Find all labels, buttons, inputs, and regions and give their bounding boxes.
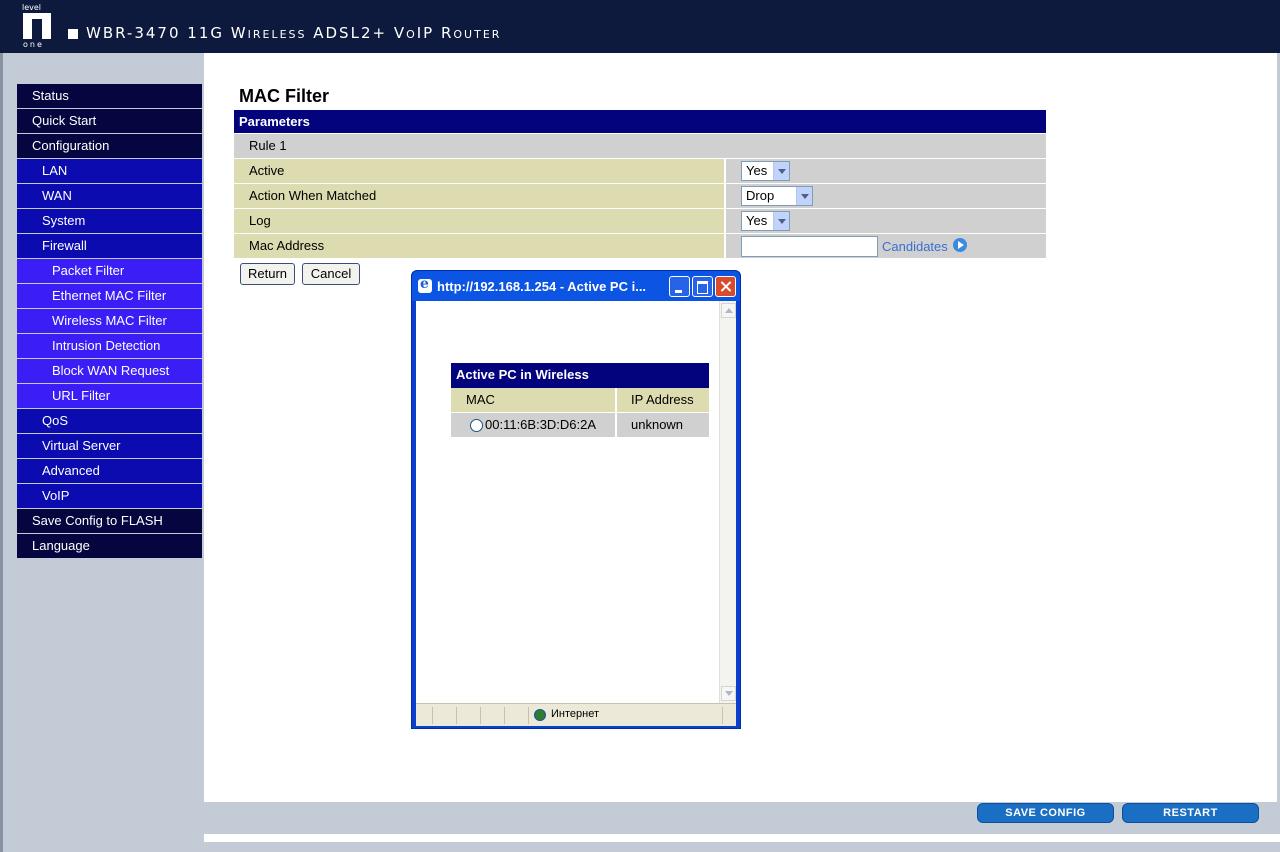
mac-address-row: Mac Address Candidates [234,234,1046,259]
sidebar-item-language[interactable]: Language [17,534,202,559]
ip-value: unknown [617,413,709,437]
return-button[interactable]: Return [240,263,295,285]
active-row: Active Yes [234,159,1046,184]
sidebar-item-url-filter[interactable]: URL Filter [17,384,202,409]
play-arrow-icon[interactable] [953,238,967,252]
mac-radio-button[interactable] [470,419,483,432]
sidebar-menu: Status Quick Start Configuration LAN WAN Syst… [17,84,202,559]
logo-text-bottom: one [23,40,44,49]
chevron-down-icon [773,162,789,180]
active-label: Active [234,159,725,183]
save-config-button[interactable]: SAVE CONFIG [977,803,1114,823]
log-select[interactable]: Yes [741,211,790,231]
sidebar-item-system[interactable]: System [17,209,202,234]
sidebar-item-wireless-mac-filter[interactable]: Wireless MAC Filter [17,309,202,334]
sidebar-item-save-config-to-flash[interactable]: Save Config to FLASH [17,509,202,534]
sidebar-item-firewall[interactable]: Firewall [17,234,202,259]
chevron-down-icon [773,212,789,230]
mac-address-label: Mac Address [234,234,725,258]
log-row: Log Yes [234,209,1046,234]
popup-body: Active PC in Wireless MAC IP Address 00:… [416,301,736,703]
sidebar-item-intrusion-detection[interactable]: Intrusion Detection [17,334,202,359]
sidebar-item-configuration[interactable]: Configuration [17,134,202,159]
sidebar-item-voip[interactable]: VoIP [17,484,202,509]
levelone-logo: level one [20,3,56,49]
popup-title: http://192.168.1.254 - Active PC i... [437,279,647,294]
zone-label: Интернет [551,708,599,720]
popup-window: http://192.168.1.254 - Active PC i... Ac… [411,270,741,729]
globe-icon [534,709,546,721]
scroll-down-icon[interactable] [721,686,736,701]
sidebar-item-block-wan-request[interactable]: Block WAN Request [17,359,202,384]
action-label: Action When Matched [234,184,725,208]
mac-column-header: MAC [451,388,616,412]
chevron-down-icon [796,187,812,205]
square-bullet-icon [68,29,78,39]
app-header: level one WBR-3470 11G Wireless ADSL2+ V… [0,0,1280,53]
log-label: Log [234,209,725,233]
sidebar-item-status[interactable]: Status [17,84,202,109]
active-pc-header: Active PC in Wireless [451,363,709,388]
parameters-table: Parameters Rule 1 Active Yes Action When… [234,110,1046,259]
mac-address-input[interactable] [741,236,878,257]
footer-bar [204,802,1280,834]
minimize-icon[interactable] [669,276,690,297]
restart-button[interactable]: RESTART [1122,803,1259,823]
candidates-link[interactable]: Candidates [882,239,948,254]
product-title: WBR-3470 11G Wireless ADSL2+ VoIP Router [86,24,502,42]
sidebar-item-quick-start[interactable]: Quick Start [17,109,202,134]
logo-text-top: level [22,3,42,12]
popup-titlebar[interactable]: http://192.168.1.254 - Active PC i... [412,271,740,301]
vertical-scrollbar[interactable] [719,301,736,703]
sidebar-item-packet-filter[interactable]: Packet Filter [17,259,202,284]
parameters-header: Parameters [234,110,1046,134]
sidebar-item-qos[interactable]: QoS [17,409,202,434]
sidebar-item-advanced[interactable]: Advanced [17,459,202,484]
ie-icon [418,276,432,293]
sidebar-item-ethernet-mac-filter[interactable]: Ethernet MAC Filter [17,284,202,309]
sidebar-item-lan[interactable]: LAN [17,159,202,184]
mac-value: 00:11:6B:3D:D6:2A [485,417,597,432]
maximize-icon[interactable] [692,276,713,297]
close-icon[interactable] [715,276,736,297]
scroll-up-icon[interactable] [721,303,736,318]
ip-column-header: IP Address [617,388,709,412]
action-row: Action When Matched Drop [234,184,1046,209]
popup-statusbar: Интернет [416,703,736,726]
sidebar-item-wan[interactable]: WAN [17,184,202,209]
action-select[interactable]: Drop [741,186,813,206]
page-title: MAC Filter [239,86,329,106]
cancel-button[interactable]: Cancel [302,263,360,285]
sidebar-item-virtual-server[interactable]: Virtual Server [17,434,202,459]
table-row: 00:11:6B:3D:D6:2A unknown [451,413,709,438]
rule-label: Rule 1 [234,134,1046,159]
active-pc-table: Active PC in Wireless MAC IP Address 00:… [451,363,709,438]
active-select[interactable]: Yes [741,161,790,181]
